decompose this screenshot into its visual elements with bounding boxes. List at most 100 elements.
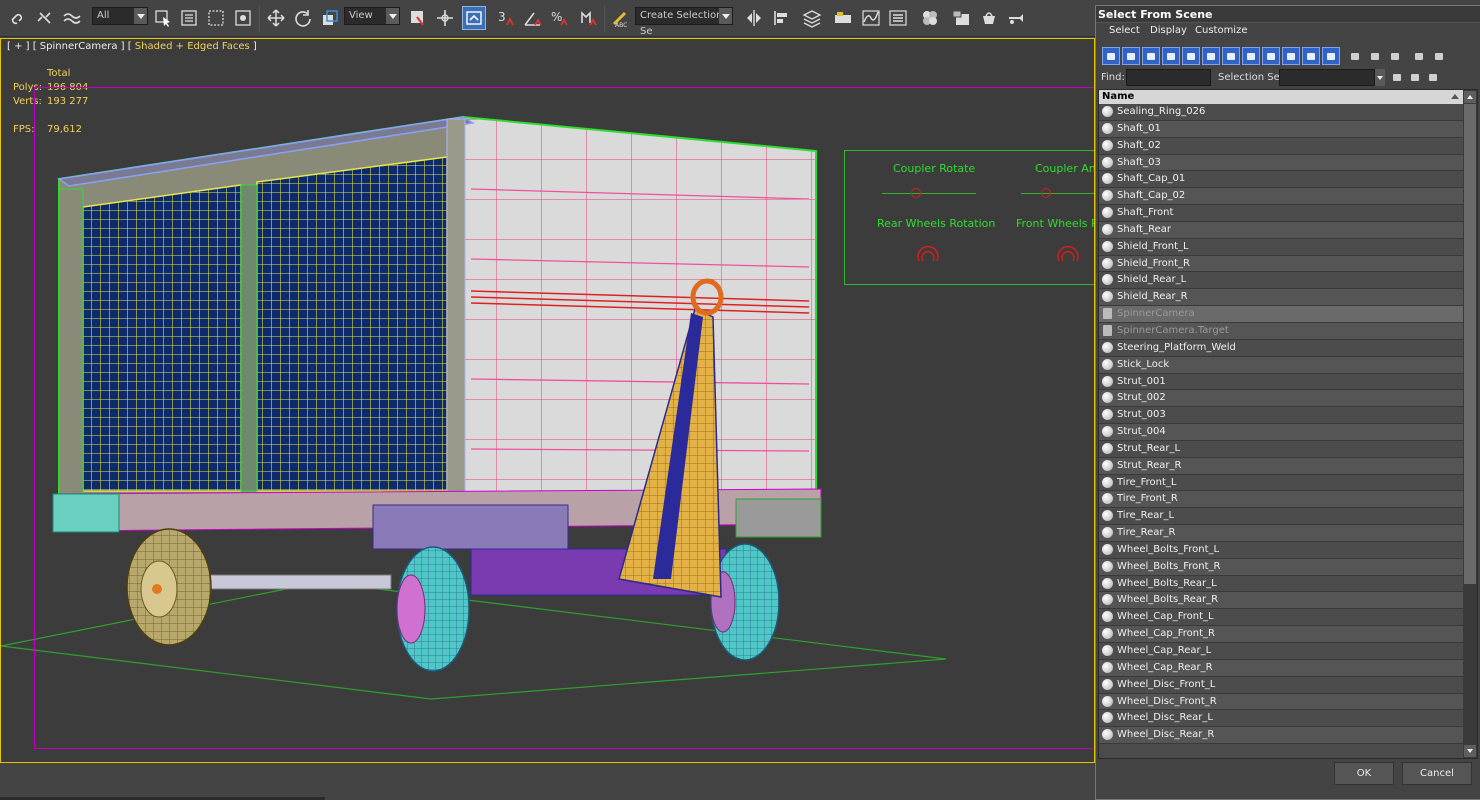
display-cameras-icon[interactable] <box>1162 47 1180 65</box>
display-lights-icon[interactable] <box>1142 47 1160 65</box>
coupler-rotate-handle[interactable] <box>911 188 921 198</box>
display-hidden-icon[interactable] <box>1322 47 1340 65</box>
find-input[interactable] <box>1126 69 1211 86</box>
list-item[interactable]: Shaft_03 <box>1099 154 1465 172</box>
list-item[interactable]: SpinnerCamera.Target <box>1099 322 1465 340</box>
display-geometry-icon[interactable] <box>1102 47 1120 65</box>
display-helpers-icon[interactable] <box>1182 47 1200 65</box>
list-item[interactable]: Wheel_Disc_Rear_L <box>1099 710 1465 728</box>
front-wheels-rotation-handle[interactable] <box>1053 241 1083 267</box>
list-item[interactable]: Shaft_Rear <box>1099 221 1465 239</box>
layer-manager-icon[interactable] <box>800 6 824 30</box>
selection-set-input[interactable] <box>1279 69 1375 86</box>
display-shapes-icon[interactable] <box>1122 47 1140 65</box>
perspective-viewport[interactable]: [ + ] [ SpinnerCamera ] [ Shaded + Edged… <box>0 38 1095 763</box>
list-item[interactable]: Shield_Front_L <box>1099 238 1465 256</box>
rectangular-selection-icon[interactable] <box>204 6 228 30</box>
graphite-ribbon-icon[interactable] <box>831 6 855 30</box>
keyboard-shortcut-override-icon[interactable] <box>462 6 486 30</box>
list-item[interactable]: Shaft_Front <box>1099 205 1465 222</box>
display-frozen-icon[interactable] <box>1302 47 1320 65</box>
list-item[interactable]: Shield_Front_R <box>1099 255 1465 273</box>
viewport-shading-mode[interactable]: Shaded + Edged Faces <box>135 41 250 52</box>
add-to-selection-set-icon[interactable] <box>1406 68 1424 86</box>
menu-customize[interactable]: Customize <box>1195 25 1248 36</box>
sort-options-icon[interactable] <box>1430 47 1448 65</box>
list-item[interactable]: Shield_Rear_L <box>1099 272 1465 290</box>
column-header-name[interactable]: Name <box>1099 90 1465 104</box>
material-editor-icon[interactable] <box>918 6 942 30</box>
scroll-thumb[interactable] <box>1464 104 1476 584</box>
chevron-down-icon[interactable] <box>1375 69 1385 86</box>
list-item[interactable]: Tire_Front_L <box>1099 474 1465 492</box>
scene-object-list[interactable]: Name Sealing_Ring_026 Shaft_01 Shaft_02 Sha… <box>1098 89 1478 759</box>
list-item[interactable]: Wheel_Disc_Front_R <box>1099 693 1465 711</box>
filter-funnel-icon[interactable] <box>1410 47 1428 65</box>
named-selection-dropdown[interactable]: Create Selection Se <box>635 7 733 37</box>
list-item[interactable]: Wheel_Bolts_Front_L <box>1099 541 1465 559</box>
select-by-name-icon[interactable] <box>177 6 201 30</box>
display-bones-icon[interactable] <box>1262 47 1280 65</box>
selection-filter-dropdown[interactable]: All <box>92 7 148 25</box>
select-manipulate-icon[interactable] <box>433 6 457 30</box>
list-item[interactable]: Steering_Platform_Weld <box>1099 339 1465 357</box>
rendered-frame-window-icon[interactable] <box>977 6 1001 30</box>
percent-snap-icon[interactable]: % <box>548 6 572 30</box>
align-icon[interactable] <box>769 6 793 30</box>
list-item[interactable]: Shaft_02 <box>1099 137 1465 155</box>
pivot-center-icon[interactable] <box>405 6 429 30</box>
curve-editor-icon[interactable] <box>859 6 883 30</box>
list-item[interactable]: Strut_003 <box>1099 407 1465 425</box>
list-item[interactable]: Strut_002 <box>1099 390 1465 408</box>
render-setup-icon[interactable] <box>949 6 973 30</box>
list-item[interactable]: Wheel_Cap_Front_R <box>1099 626 1465 643</box>
list-item[interactable]: Strut_004 <box>1099 424 1465 441</box>
display-none-icon[interactable] <box>1366 47 1384 65</box>
list-item[interactable]: Strut_001 <box>1099 373 1465 391</box>
list-item[interactable]: Wheel_Bolts_Rear_R <box>1099 592 1465 610</box>
create-selection-set-icon[interactable] <box>1388 68 1406 86</box>
angle-snap-icon[interactable] <box>521 6 545 30</box>
dialog-title[interactable]: Select From Scene <box>1096 6 1480 23</box>
coupler-angle-handle[interactable] <box>1041 188 1051 198</box>
list-item[interactable]: Wheel_Bolts_Front_R <box>1099 558 1465 576</box>
scale-icon[interactable] <box>318 6 342 30</box>
scroll-up-icon[interactable] <box>1464 91 1476 103</box>
list-item[interactable]: Wheel_Cap_Rear_R <box>1099 659 1465 677</box>
window-crossing-icon[interactable] <box>231 6 255 30</box>
list-item[interactable]: Shaft_Cap_01 <box>1099 171 1465 189</box>
menu-select[interactable]: Select <box>1109 25 1140 36</box>
list-scrollbar[interactable] <box>1463 90 1477 758</box>
cancel-button[interactable]: Cancel <box>1402 762 1472 785</box>
display-xrefs-icon[interactable] <box>1242 47 1260 65</box>
list-item[interactable]: Shaft_Cap_02 <box>1099 188 1465 206</box>
remove-from-selection-set-icon[interactable] <box>1424 68 1442 86</box>
display-all-icon[interactable] <box>1346 47 1364 65</box>
list-item[interactable]: Wheel_Disc_Front_L <box>1099 676 1465 694</box>
list-item[interactable]: Strut_Rear_R <box>1099 457 1465 475</box>
edit-named-selection-icon[interactable]: ABC <box>608 6 632 30</box>
coupler-rotate-slider[interactable] <box>882 193 976 194</box>
viewport-label[interactable]: [ + ] [ SpinnerCamera ] [ Shaded + Edged… <box>7 41 257 52</box>
reference-coordinate-dropdown[interactable]: View <box>344 7 400 25</box>
list-item[interactable]: Stick_Lock <box>1099 356 1465 374</box>
rear-wheels-rotation-handle[interactable] <box>913 241 943 267</box>
rotate-icon[interactable] <box>291 6 315 30</box>
coupler-angle-slider[interactable] <box>1021 193 1094 194</box>
schematic-view-icon[interactable] <box>886 6 910 30</box>
list-item[interactable]: Sealing_Ring_026 <box>1099 104 1465 121</box>
scroll-down-icon[interactable] <box>1464 745 1476 757</box>
list-item[interactable]: Tire_Rear_R <box>1099 525 1465 542</box>
select-and-link-icon[interactable] <box>6 6 30 30</box>
mirror-icon[interactable] <box>742 6 766 30</box>
list-item[interactable]: Wheel_Cap_Front_L <box>1099 609 1465 627</box>
snaps-toggle-icon[interactable]: 3 <box>494 6 518 30</box>
list-item[interactable]: Shaft_01 <box>1099 120 1465 138</box>
list-item[interactable]: Tire_Rear_L <box>1099 508 1465 526</box>
move-icon[interactable] <box>264 6 288 30</box>
list-item[interactable]: SpinnerCamera <box>1099 306 1465 323</box>
list-item[interactable]: Wheel_Disc_Rear_R <box>1099 727 1465 745</box>
unlink-selection-icon[interactable] <box>33 6 57 30</box>
list-item[interactable]: Wheel_Bolts_Rear_L <box>1099 575 1465 593</box>
select-object-icon[interactable] <box>151 6 175 30</box>
